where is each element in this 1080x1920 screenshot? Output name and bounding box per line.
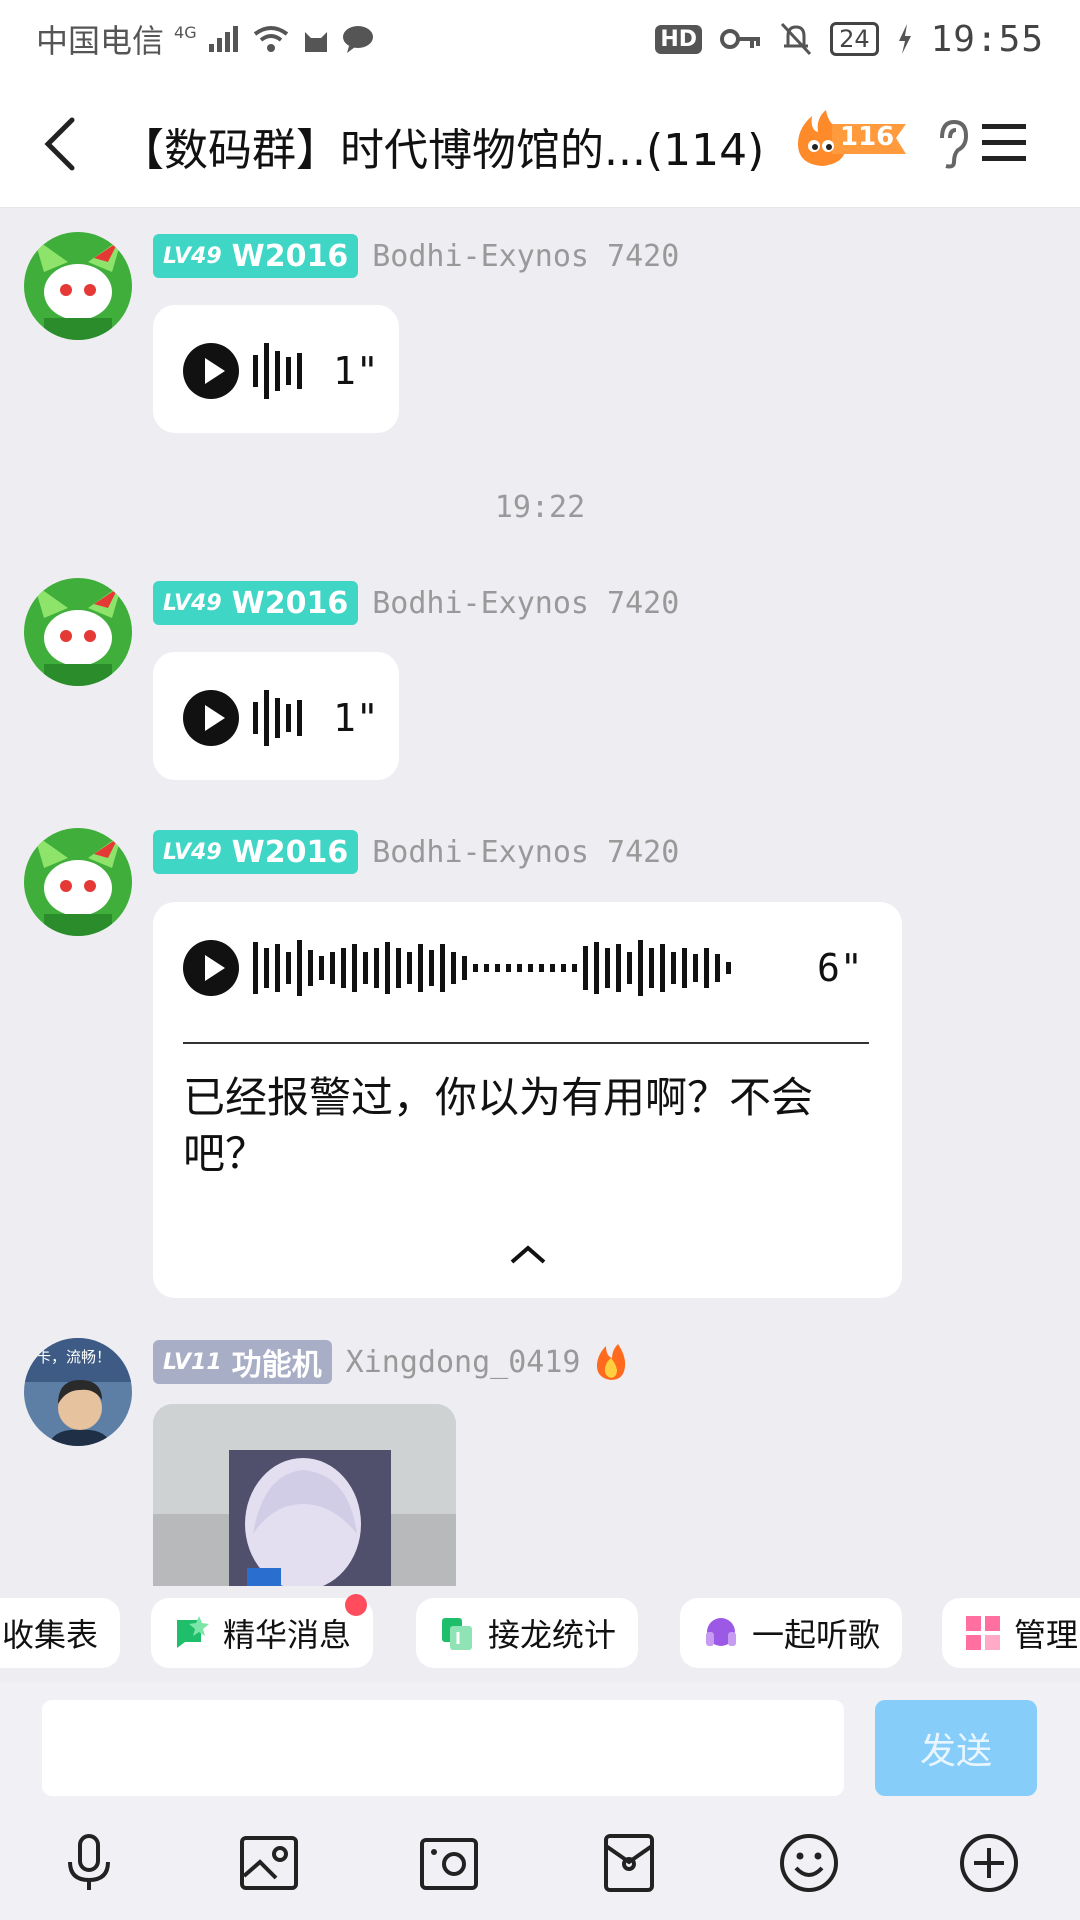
waveform-icon: [253, 940, 731, 996]
carrier-label: 中国电信: [36, 22, 165, 60]
play-icon[interactable]: [183, 690, 239, 746]
waveform-icon: [253, 690, 302, 746]
message-meta: LV11 功能机 Xingdong_0419: [153, 1340, 628, 1384]
signal-icon: [208, 26, 238, 52]
headphones-icon: [706, 1618, 736, 1646]
image-icon[interactable]: [238, 1832, 300, 1894]
avatar[interactable]: [24, 578, 132, 686]
plus-icon[interactable]: [958, 1832, 1020, 1894]
status-time: 19:55: [930, 18, 1044, 60]
shortcut-collect-form[interactable]: 收集表: [0, 1598, 121, 1668]
play-icon[interactable]: [183, 343, 239, 399]
nickname[interactable]: Bodhi-Exynos 7420: [372, 835, 679, 870]
emoji-icon[interactable]: [778, 1832, 840, 1894]
message-meta: LV49 W2016 Bodhi-Exynos 7420: [153, 581, 679, 625]
input-bar: 发送: [0, 1682, 1080, 1920]
collapse-chevron-icon[interactable]: [508, 1242, 548, 1266]
voice-to-text-bubble[interactable]: 6" 已经报警过，你以为有用啊？不会吧？: [153, 902, 902, 1298]
unread-dot: [345, 1594, 368, 1616]
shortcut-manage[interactable]: 管理: [942, 1598, 1080, 1668]
battery-indicator: 24: [830, 22, 879, 56]
nickname[interactable]: Bodhi-Exynos 7420: [372, 239, 679, 274]
voice-message-bubble[interactable]: 1": [153, 305, 399, 433]
level-badge: LV11 功能机: [153, 1340, 332, 1384]
featured-message-icon: [177, 1616, 209, 1648]
network-label: 4G: [174, 22, 197, 42]
message-input[interactable]: [42, 1700, 844, 1796]
shortcut-listen-together[interactable]: 一起听歌: [680, 1598, 903, 1668]
voice-message-bubble[interactable]: 1": [153, 652, 399, 780]
nickname[interactable]: Bodhi-Exynos 7420: [372, 586, 679, 621]
camera-icon[interactable]: [418, 1832, 480, 1894]
shortcut-featured-messages[interactable]: 精华消息: [151, 1594, 374, 1668]
waveform-icon: [253, 343, 302, 399]
wifi-icon: [253, 26, 288, 52]
menu-icon[interactable]: [980, 120, 1028, 166]
voice-duration: 1": [333, 349, 379, 393]
avatar[interactable]: [24, 232, 132, 340]
image-message[interactable]: [153, 1404, 456, 1586]
mute-bell-icon: [780, 22, 812, 56]
message-list[interactable]: LV49 W2016 Bodhi-Exynos 7420 1" 19:22 LV4…: [0, 208, 1080, 1586]
chain-stats-icon: [442, 1618, 472, 1650]
fire-count: 116: [840, 122, 895, 152]
status-bar: 中国电信 4G HD 24 19:55: [0, 0, 1080, 78]
group-title[interactable]: 【数码群】时代博物馆的...(114): [120, 114, 764, 178]
avatar[interactable]: [24, 828, 132, 936]
send-button[interactable]: 发送: [875, 1700, 1037, 1796]
manage-grid-icon: [966, 1616, 1000, 1650]
group-shortcut-bar[interactable]: 收集表 精华消息 接龙统计 一起听歌 管理: [0, 1586, 1080, 1682]
charging-icon: [898, 24, 911, 54]
microphone-icon[interactable]: [58, 1832, 120, 1894]
play-icon[interactable]: [183, 940, 239, 996]
hd-icon: HD: [655, 24, 703, 54]
red-packet-icon[interactable]: [598, 1832, 660, 1894]
message-meta: LV49 W2016 Bodhi-Exynos 7420: [153, 234, 679, 278]
ear-icon[interactable]: [932, 118, 972, 170]
chat-header: 【数码群】时代博物馆的...(114) 116: [0, 78, 1080, 208]
fire-icon: [597, 1344, 626, 1380]
level-badge: LV49 W2016: [153, 581, 359, 625]
level-badge: LV49 W2016: [153, 234, 359, 278]
voice-duration: 6": [817, 946, 863, 990]
group-fire-badge[interactable]: 116: [792, 108, 910, 170]
avatar[interactable]: 卡，流畅！: [24, 1338, 132, 1446]
time-divider: 19:22: [494, 490, 586, 525]
cat-app-icon: [304, 32, 327, 52]
voice-duration: 1": [333, 696, 379, 740]
avatar-caption: 卡，流畅！: [36, 1348, 112, 1366]
message-meta: LV49 W2016 Bodhi-Exynos 7420: [153, 830, 679, 874]
transcript-divider: [183, 1042, 869, 1044]
key-icon: [720, 29, 761, 49]
chat-notify-icon: [342, 26, 373, 53]
back-arrow-icon[interactable]: [38, 116, 86, 172]
shortcut-chain-stats[interactable]: 接龙统计: [416, 1598, 639, 1668]
level-badge: LV49 W2016: [153, 830, 359, 874]
nickname[interactable]: Xingdong_0419: [346, 1345, 581, 1380]
voice-transcript: 已经报警过，你以为有用啊？不会吧？: [183, 1073, 814, 1178]
